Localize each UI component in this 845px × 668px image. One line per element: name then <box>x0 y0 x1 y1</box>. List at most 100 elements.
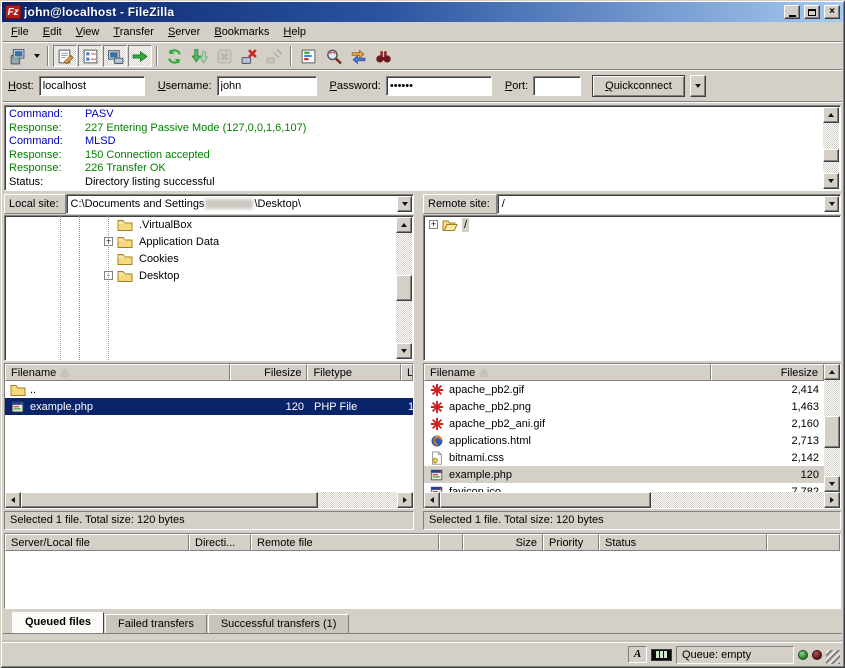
scroll-thumb[interactable] <box>21 492 318 508</box>
column-priority[interactable]: Priority <box>543 534 599 551</box>
file-row-selected[interactable]: example.php 120 <box>424 466 824 483</box>
cancel-operation-icon[interactable] <box>212 45 236 67</box>
filezilla-app-icon[interactable]: Fz <box>5 5 21 19</box>
status-bar: A Queue: empty <box>2 642 843 666</box>
tab-failed-transfers[interactable]: Failed transfers <box>105 614 207 633</box>
menu-bookmarks[interactable]: Bookmarks <box>207 24 276 40</box>
menu-file[interactable]: File <box>4 24 36 40</box>
resize-grip[interactable] <box>826 650 840 664</box>
toggle-directory-trees-icon[interactable] <box>78 45 102 67</box>
scroll-right-icon[interactable] <box>397 492 413 508</box>
log-scrollbar[interactable] <box>823 107 839 189</box>
file-row-example-php[interactable]: example.php 120 PHP File 1 <box>5 398 413 415</box>
queue-body[interactable] <box>5 551 840 608</box>
local-directory-tree[interactable]: .VirtualBox + Application Data Cookies -… <box>4 215 414 361</box>
quickconnect-dropdown-icon[interactable] <box>690 75 706 97</box>
disconnect-icon[interactable] <box>237 45 261 67</box>
maximize-button[interactable] <box>804 5 820 19</box>
column-blank-end[interactable] <box>767 534 840 551</box>
refresh-icon[interactable] <box>162 45 186 67</box>
file-row[interactable]: bitnami.css 2,142 <box>424 449 824 466</box>
column-filesize[interactable]: Filesize <box>230 364 308 381</box>
combo-dropdown-icon[interactable] <box>824 196 839 212</box>
scroll-up-icon[interactable] <box>396 217 412 233</box>
message-log[interactable]: Command:PASV Response:227 Entering Passi… <box>4 105 841 191</box>
column-filesize[interactable]: Filesize <box>711 364 824 381</box>
column-size[interactable]: Size <box>463 534 543 551</box>
tree-item-application-data[interactable]: + Application Data <box>5 233 413 250</box>
local-tree-scrollbar[interactable] <box>396 217 412 359</box>
local-list-body[interactable]: .. example.php 120 PHP File 1 <box>5 381 413 492</box>
site-manager-dropdown-icon[interactable] <box>30 45 43 67</box>
scroll-thumb[interactable] <box>823 149 839 162</box>
column-blank[interactable] <box>439 534 463 551</box>
toggle-message-log-icon[interactable] <box>53 45 77 67</box>
scroll-down-icon[interactable] <box>396 343 412 359</box>
find-files-icon[interactable] <box>371 45 395 67</box>
column-direction[interactable]: Directi... <box>189 534 251 551</box>
tree-item-root[interactable]: + / <box>424 216 840 233</box>
minimize-button[interactable] <box>784 5 800 19</box>
synchronized-browsing-icon[interactable] <box>346 45 370 67</box>
file-row[interactable]: apache_pb2_ani.gif 2,160 <box>424 415 824 432</box>
reconnect-icon[interactable] <box>262 45 286 67</box>
scroll-thumb[interactable] <box>824 416 840 449</box>
remote-horizontal-scrollbar[interactable] <box>424 492 840 508</box>
tree-item-cookies[interactable]: Cookies <box>5 250 413 267</box>
column-filename[interactable]: Filename <box>5 364 230 381</box>
tree-item-virtualbox[interactable]: .VirtualBox <box>5 216 413 233</box>
menu-edit[interactable]: Edit <box>36 24 69 40</box>
scroll-down-icon[interactable] <box>823 173 839 189</box>
menu-view[interactable]: View <box>69 24 107 40</box>
column-server-local-file[interactable]: Server/Local file <box>5 534 189 551</box>
file-row[interactable]: apache_pb2.gif 2,414 <box>424 381 824 398</box>
menu-help[interactable]: Help <box>276 24 313 40</box>
local-horizontal-scrollbar[interactable] <box>5 492 413 508</box>
log-text: 150 Connection accepted <box>85 149 210 163</box>
scroll-right-icon[interactable] <box>824 492 840 508</box>
file-row[interactable]: apache_pb2.png 1,463 <box>424 398 824 415</box>
host-input[interactable] <box>39 76 145 96</box>
port-input[interactable] <box>533 76 581 96</box>
local-site-combobox[interactable]: C:\Documents and Settings\Desktop\ <box>66 194 414 214</box>
column-status[interactable]: Status <box>599 534 767 551</box>
process-queue-icon[interactable] <box>187 45 211 67</box>
quickconnect-button[interactable]: Quickconnect <box>592 75 685 97</box>
close-button[interactable]: × <box>824 5 840 19</box>
tree-guide-line <box>79 216 80 360</box>
remote-directory-tree[interactable]: + / <box>423 215 841 361</box>
toggle-transfer-queue-icon[interactable] <box>128 45 152 67</box>
site-manager-icon[interactable] <box>5 45 29 67</box>
column-filetype[interactable]: Filetype <box>307 364 401 381</box>
file-row-parent-directory[interactable]: .. <box>5 381 413 398</box>
remote-vertical-scrollbar[interactable] <box>824 364 840 492</box>
scroll-thumb[interactable] <box>396 275 412 301</box>
scroll-thumb[interactable] <box>440 492 651 508</box>
scroll-up-icon[interactable] <box>824 364 840 380</box>
tab-queued-files[interactable]: Queued files <box>12 612 104 633</box>
remote-site-combobox[interactable]: / <box>497 194 841 214</box>
directory-listing-filters-icon[interactable] <box>296 45 320 67</box>
username-input[interactable] <box>217 76 317 96</box>
menu-server[interactable]: Server <box>161 24 207 40</box>
tree-item-desktop[interactable]: - Desktop <box>5 267 413 284</box>
data-type-indicator-icon[interactable]: A <box>628 646 647 663</box>
column-filename[interactable]: Filename <box>424 364 711 381</box>
remote-list-body[interactable]: apache_pb2.gif 2,414 apache_pb2.png 1,46… <box>424 381 824 492</box>
speed-limits-icon[interactable] <box>651 649 672 661</box>
scroll-down-icon[interactable] <box>824 476 840 492</box>
toggle-directory-listing-icon[interactable] <box>103 45 127 67</box>
scroll-left-icon[interactable] <box>424 492 440 508</box>
combo-dropdown-icon[interactable] <box>397 196 412 212</box>
column-remote-file[interactable]: Remote file <box>251 534 439 551</box>
scroll-up-icon[interactable] <box>823 107 839 123</box>
password-input[interactable] <box>386 76 492 96</box>
expand-icon[interactable]: + <box>429 220 438 229</box>
file-row[interactable]: applications.html 2,713 <box>424 432 824 449</box>
column-last-modified[interactable]: L <box>401 364 413 381</box>
menu-transfer[interactable]: Transfer <box>106 24 161 40</box>
tab-successful-transfers[interactable]: Successful transfers (1) <box>208 614 350 633</box>
file-row[interactable]: favicon.ico 7,782 <box>424 483 824 492</box>
directory-comparison-icon[interactable] <box>321 45 345 67</box>
scroll-left-icon[interactable] <box>5 492 21 508</box>
